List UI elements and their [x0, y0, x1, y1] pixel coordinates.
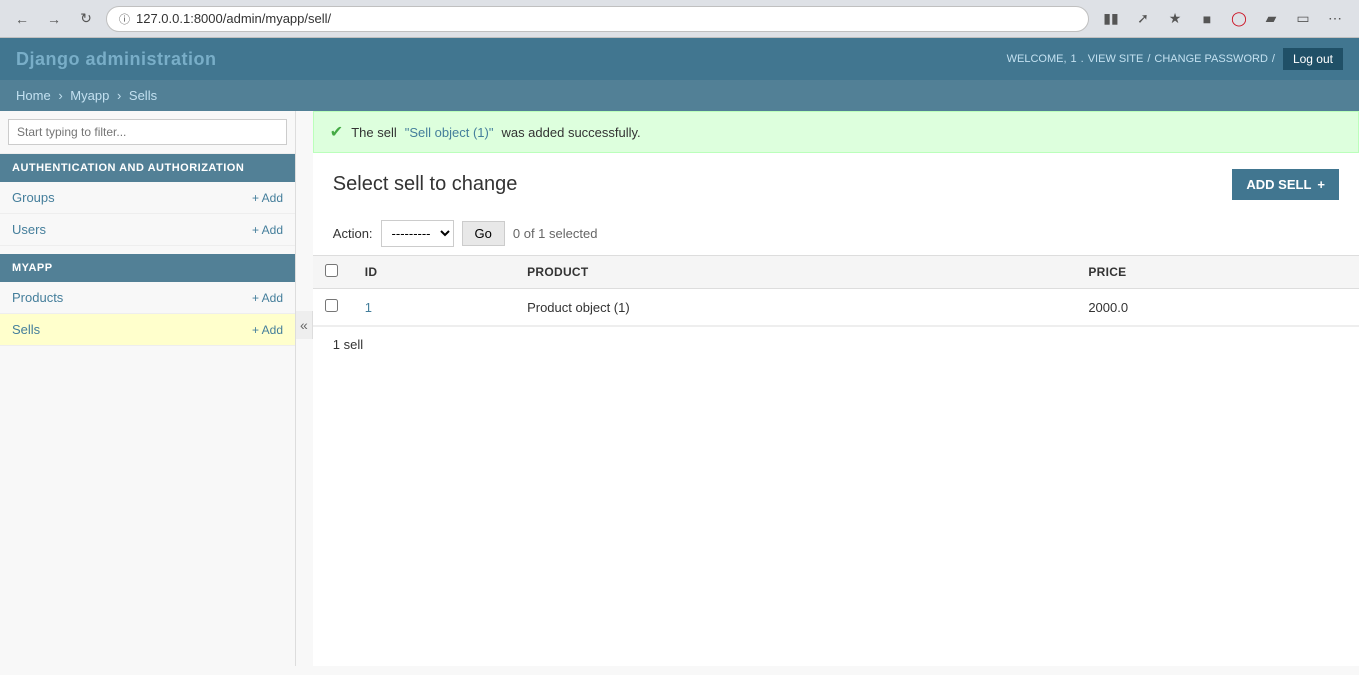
change-password-link[interactable]: CHANGE PASSWORD — [1154, 53, 1267, 65]
main-layout: AUTHENTICATION AND AUTHORIZATION Groups … — [0, 111, 1359, 666]
browser-actions: ▮▮ ➚ ★ ■ ◯ ▰ ▭ ⋯ — [1097, 5, 1349, 33]
logout-button[interactable]: Log out — [1283, 48, 1343, 70]
sidebar-filter-input[interactable] — [8, 119, 287, 145]
action-label: Action: — [333, 226, 373, 241]
back-button[interactable]: ← — [10, 7, 34, 31]
reload-button[interactable]: ↻ — [74, 7, 98, 31]
table-row: 1 Product object (1) 2000.0 — [313, 289, 1359, 326]
add-sell-plus-icon: + — [1317, 177, 1325, 192]
success-message: ✔ The sell "Sell object (1)" was added s… — [313, 111, 1359, 153]
view-site-link[interactable]: VIEW SITE — [1088, 53, 1144, 65]
menu-icon[interactable]: ⋯ — [1321, 5, 1349, 33]
breadcrumb-current: Sells — [129, 88, 157, 103]
sidebar-item-sells[interactable]: Sells + Add — [0, 314, 295, 346]
col-id: ID — [353, 256, 515, 289]
opera-icon[interactable]: ◯ — [1225, 5, 1253, 33]
app-title: Django administration — [16, 49, 217, 70]
success-link[interactable]: "Sell object (1)" — [405, 125, 494, 140]
selected-count: 0 of 1 selected — [513, 226, 598, 241]
welcome-text: WELCOME, — [1007, 53, 1067, 65]
row-product-value: Product object (1) — [527, 300, 630, 315]
sidebar-filter-container — [0, 111, 295, 154]
header-user-info: WELCOME, 1 . VIEW SITE / CHANGE PASSWORD… — [1007, 48, 1343, 70]
forward-button[interactable]: → — [42, 7, 66, 31]
sidebar-item-products[interactable]: Products + Add — [0, 282, 295, 314]
users-link[interactable]: Users — [12, 222, 46, 237]
url-text: 127.0.0.1:8000/admin/myapp/sell/ — [136, 11, 331, 26]
groups-add-link[interactable]: + Add — [252, 191, 283, 205]
sidebar-section-auth: AUTHENTICATION AND AUTHORIZATION — [0, 154, 295, 182]
extension1-icon[interactable]: ■ — [1193, 5, 1221, 33]
content-area: ✔ The sell "Sell object (1)" was added s… — [313, 111, 1359, 666]
address-bar[interactable]: ⓘ 127.0.0.1:8000/admin/myapp/sell/ — [106, 6, 1089, 32]
action-bar: Action: --------- Go 0 of 1 selected — [313, 212, 1359, 255]
row-checkbox-cell — [313, 289, 353, 326]
app-header: Django administration WELCOME, 1 . VIEW … — [0, 38, 1359, 80]
groups-link[interactable]: Groups — [12, 190, 55, 205]
products-add-link[interactable]: + Add — [252, 291, 283, 305]
select-all-header — [313, 256, 353, 289]
success-icon: ✔ — [330, 122, 343, 142]
table-header: ID PRODUCT PRICE — [313, 256, 1359, 289]
row-product-cell: Product object (1) — [515, 289, 1076, 326]
lock-icon: ⓘ — [119, 11, 130, 27]
add-sell-button[interactable]: ADD SELL + — [1232, 169, 1339, 200]
select-all-checkbox[interactable] — [325, 264, 338, 277]
success-text-after: was added successfully. — [501, 125, 640, 140]
page-title: Select sell to change — [333, 173, 518, 196]
breadcrumb-myapp[interactable]: Myapp — [70, 88, 109, 103]
window-icon[interactable]: ▭ — [1289, 5, 1317, 33]
products-link[interactable]: Products — [12, 290, 63, 305]
share-icon[interactable]: ➚ — [1129, 5, 1157, 33]
puzzle-icon[interactable]: ▰ — [1257, 5, 1285, 33]
users-add-link[interactable]: + Add — [252, 223, 283, 237]
breadcrumb-home[interactable]: Home — [16, 88, 51, 103]
browser-chrome: ← → ↻ ⓘ 127.0.0.1:8000/admin/myapp/sell/… — [0, 0, 1359, 38]
go-button[interactable]: Go — [462, 221, 505, 246]
success-text-before: The sell — [351, 125, 397, 140]
breadcrumb-bar: Home › Myapp › Sells — [0, 80, 1359, 111]
sidebar-item-users[interactable]: Users + Add — [0, 214, 295, 246]
col-price: PRICE — [1076, 256, 1359, 289]
sells-add-link[interactable]: + Add — [252, 323, 283, 337]
sells-link[interactable]: Sells — [12, 322, 40, 337]
sidebar: AUTHENTICATION AND AUTHORIZATION Groups … — [0, 111, 296, 666]
content-header: Select sell to change ADD SELL + — [313, 153, 1359, 212]
row-id-link[interactable]: 1 — [365, 300, 372, 315]
add-sell-label: ADD SELL — [1246, 177, 1311, 192]
row-price-cell: 2000.0 — [1076, 289, 1359, 326]
bookmark-icon[interactable]: ★ — [1161, 5, 1189, 33]
cast-icon[interactable]: ▮▮ — [1097, 5, 1125, 33]
sidebar-collapse-button[interactable]: « — [296, 311, 313, 339]
sidebar-item-groups[interactable]: Groups + Add — [0, 182, 295, 214]
action-select[interactable]: --------- — [381, 220, 454, 247]
sells-table: ID PRODUCT PRICE 1 Product object (1) — [313, 255, 1359, 326]
row-price-value: 2000.0 — [1088, 300, 1128, 315]
table-body: 1 Product object (1) 2000.0 — [313, 289, 1359, 326]
user-link[interactable]: 1 — [1071, 53, 1077, 65]
total-count: 1 sell — [333, 337, 363, 352]
row-id-cell: 1 — [353, 289, 515, 326]
row-checkbox[interactable] — [325, 299, 338, 312]
table-footer: 1 sell — [313, 326, 1359, 362]
col-product: PRODUCT — [515, 256, 1076, 289]
sidebar-section-myapp: MYAPP — [0, 254, 295, 282]
